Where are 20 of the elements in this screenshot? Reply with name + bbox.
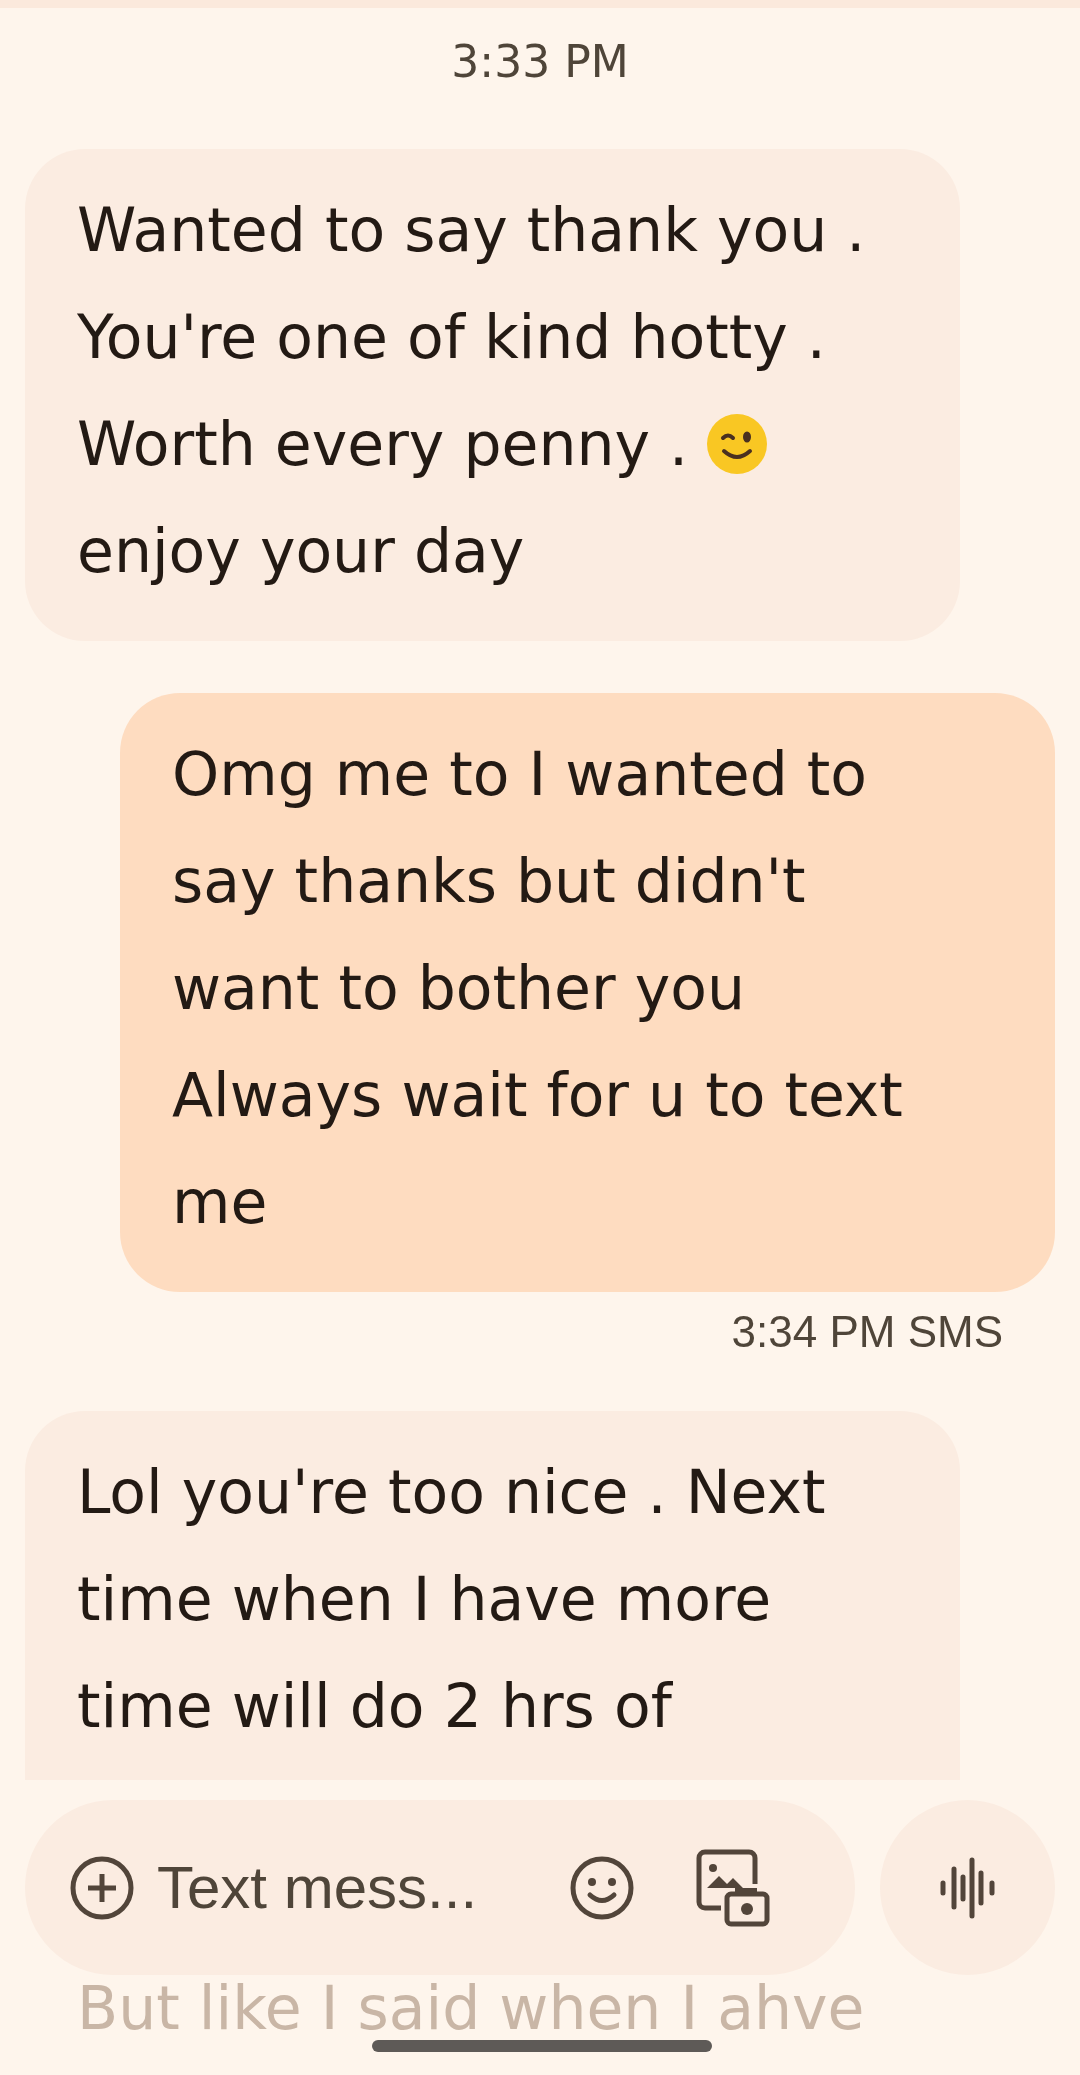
message-text: Wanted to say thank you . (77, 193, 866, 267)
message-text: enjoy your day (77, 514, 525, 588)
emoji-icon[interactable] (569, 1854, 635, 1921)
message-text: say thanks but didn't (172, 844, 806, 918)
message-text: Omg me to I wanted to (172, 737, 868, 811)
message-text: But like I said when I ahve (77, 1972, 865, 2044)
message-text: want to bother you (172, 951, 746, 1025)
timestamp: 3:33 PM (450, 36, 630, 89)
message-text: time when I have more (77, 1562, 772, 1636)
message-text: Worth every penny . (77, 407, 689, 481)
waveform-icon (939, 1856, 996, 1919)
message-text: You're one of kind hotty . (77, 300, 826, 374)
message-input-field[interactable]: Text mess... (157, 1842, 547, 1933)
message-status: 3:34 PM SMS (730, 1305, 1004, 1358)
add-icon[interactable] (69, 1854, 135, 1921)
message-text: time will do 2 hrs of (77, 1669, 672, 1743)
message-text: Always wait for u to text (172, 1058, 903, 1132)
gallery-camera-icon[interactable] (695, 1847, 771, 1928)
message-text: me (172, 1165, 268, 1239)
message-text: Lol you're too nice . Next (77, 1455, 826, 1529)
